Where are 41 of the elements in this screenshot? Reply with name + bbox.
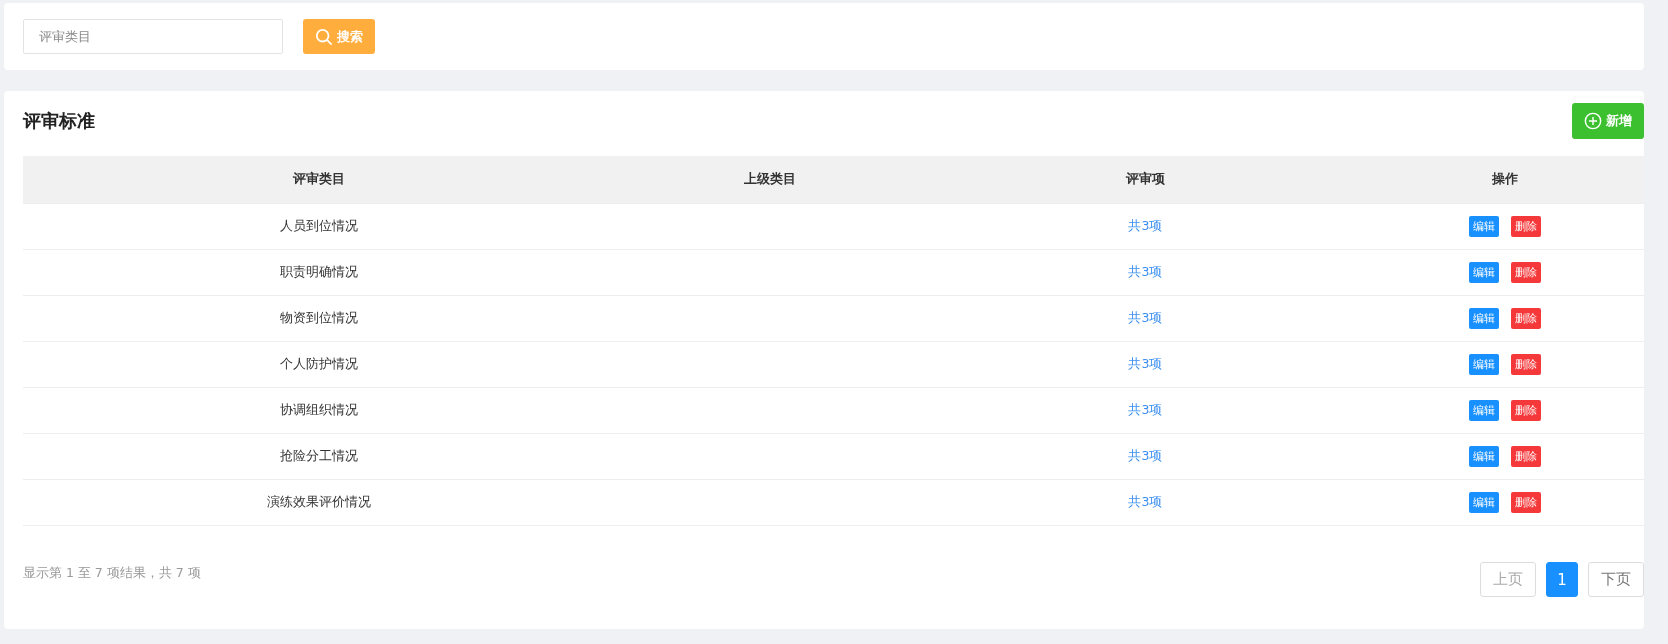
table-cell-text: 个人防护情况 [279,356,360,373]
next-page-button[interactable]: 下页 [1588,562,1644,597]
delete-button[interactable]: 删除 [1511,446,1542,467]
edit-button[interactable]: 编辑 [1469,216,1500,237]
table-cell-text: 协调组织情况 [279,402,360,419]
edit-button[interactable]: 编辑 [1469,492,1500,513]
delete-button[interactable]: 删除 [1511,216,1542,237]
items-link[interactable]: 共3项 [1128,402,1163,419]
edit-button[interactable]: 编辑 [1469,446,1500,467]
column-header: 评审类目 [292,171,347,188]
delete-button[interactable]: 删除 [1511,354,1542,375]
delete-button[interactable]: 删除 [1511,400,1542,421]
delete-button[interactable]: 删除 [1511,308,1542,329]
column-header: 操作 [1491,171,1520,188]
items-link[interactable]: 共3项 [1128,356,1163,373]
column-header: 上级类目 [742,171,797,188]
table-cell-text: 物资到位情况 [279,310,360,327]
delete-button[interactable]: 删除 [1511,262,1542,283]
plus-circle-icon [1584,112,1602,130]
table-cell-text: 抢险分工情况 [279,448,360,465]
edit-button[interactable]: 编辑 [1469,308,1500,329]
table-cell-text: 演练效果评价情况 [266,494,373,511]
edit-button[interactable]: 编辑 [1469,400,1500,421]
search-icon [315,27,333,46]
table-cell-text: 职责明确情况 [279,264,360,281]
items-link[interactable]: 共3项 [1128,310,1163,327]
items-link[interactable]: 共3项 [1128,494,1163,511]
panel-title: 评审标准 [23,109,95,133]
table-cell-text: 人员到位情况 [279,218,360,235]
delete-button[interactable]: 删除 [1511,492,1542,513]
items-link[interactable]: 共3项 [1128,264,1163,281]
edit-button[interactable]: 编辑 [1469,354,1500,375]
result-summary: 显示第 1 至 7 项结果，共 7 项 [23,565,201,582]
page-button[interactable]: 1 [1546,562,1578,597]
add-button[interactable]: 新增 [1572,103,1644,139]
edit-button[interactable]: 编辑 [1469,262,1500,283]
search-button[interactable]: 搜索 [303,19,375,54]
items-link[interactable]: 共3项 [1128,448,1163,465]
column-header: 评审项 [1124,171,1166,188]
items-link[interactable]: 共3项 [1128,218,1163,235]
search-field[interactable]: 评审类目 [23,19,283,54]
